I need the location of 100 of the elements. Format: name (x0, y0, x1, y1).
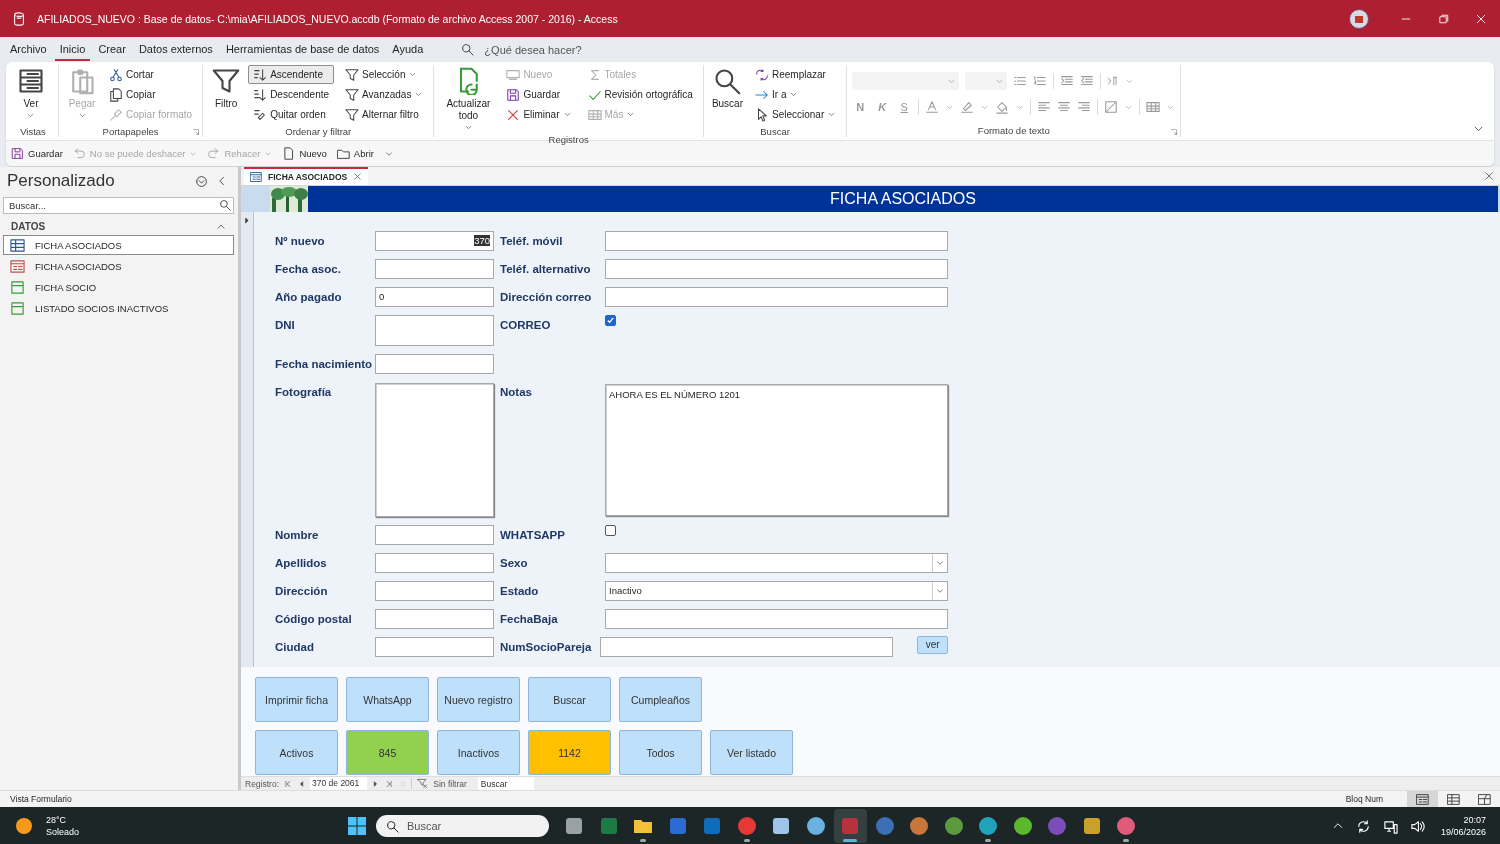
ribbon-button[interactable]: Reemplazar (750, 65, 842, 84)
ribbon-button[interactable]: Quitar orden (248, 105, 335, 124)
ribbon-button[interactable]: Avanzadas (340, 85, 429, 104)
text-field[interactable]: 0 (375, 286, 494, 307)
dropdown-field[interactable] (605, 552, 948, 573)
menu-tab[interactable]: Crear (93, 38, 131, 61)
text-field[interactable]: 370 (375, 230, 494, 251)
dropdown-icon[interactable] (195, 174, 208, 188)
menu-tab[interactable]: Herramientas de base de datos (220, 38, 385, 61)
ribbon-button[interactable]: Cortar (104, 65, 198, 84)
dropdown-field[interactable]: Inactivo (605, 580, 948, 601)
font-name-field[interactable] (852, 72, 960, 90)
launcher-icon[interactable] (192, 128, 201, 136)
first-record-icon[interactable] (284, 779, 292, 788)
text-field[interactable] (605, 258, 948, 279)
group-header[interactable]: DATOS (0, 217, 238, 235)
text-field[interactable] (605, 230, 948, 251)
record-selector[interactable] (241, 211, 254, 668)
numbered-list-icon[interactable] (1033, 74, 1048, 88)
align-left-icon[interactable] (1037, 100, 1052, 114)
ribbon-button[interactable]: Ascendente (248, 65, 335, 84)
text-field[interactable] (375, 580, 494, 601)
ribbon-button[interactable]: Eliminar (501, 105, 577, 124)
form-button[interactable]: 1142 (528, 730, 611, 776)
form-view-button[interactable] (1407, 791, 1438, 807)
last-record-icon[interactable] (385, 779, 394, 788)
form-button[interactable]: Todos (619, 730, 702, 776)
ribbon-button[interactable]: Guardar (501, 85, 577, 104)
table-icon[interactable] (1146, 100, 1161, 114)
search-field[interactable]: Buscar (477, 777, 534, 790)
nav-item[interactable]: FICHA ASOCIADOS (3, 235, 234, 255)
align-center-icon[interactable] (1057, 100, 1072, 114)
ribbon-button[interactable]: Copiar (104, 85, 198, 104)
text-field[interactable] (605, 286, 948, 307)
ribbon-button[interactable]: Actualizar todo (439, 65, 498, 134)
filter-status[interactable]: Sin filtrar (433, 778, 467, 789)
notes-field[interactable]: AHORA ES EL NÚMERO 1201 (605, 383, 948, 516)
ribbon-button[interactable]: Buscar (708, 65, 746, 112)
form-button[interactable]: Ver listado (710, 730, 793, 776)
tell-me-field[interactable]: ¿Qué desea hacer? (482, 42, 637, 57)
close-icon[interactable] (353, 172, 363, 182)
text-field[interactable] (375, 636, 494, 657)
form-button[interactable]: Buscar (528, 677, 611, 723)
text-field[interactable] (375, 552, 494, 573)
toolbar-button[interactable]: Abrir (336, 147, 374, 160)
menu-tab[interactable]: Ayuda (387, 38, 429, 61)
font-color-icon[interactable] (925, 100, 940, 114)
menu-tab[interactable]: Inicio (54, 38, 91, 61)
volume-icon[interactable] (1409, 818, 1425, 834)
text-field[interactable] (375, 258, 494, 279)
form-button[interactable]: Nuevo registro (437, 677, 520, 723)
sync-icon[interactable] (1355, 818, 1371, 834)
gridlines-icon[interactable] (1104, 100, 1119, 114)
taskbar-button[interactable] (834, 809, 867, 843)
close-icon[interactable] (1484, 171, 1494, 181)
network-icon[interactable] (1382, 818, 1398, 834)
record-position-field[interactable]: 370 de 2061 (310, 777, 368, 790)
start-icon[interactable] (347, 816, 367, 836)
ribbon-button[interactable]: Selección (340, 65, 429, 84)
text-field[interactable] (375, 314, 494, 346)
toolbar-button[interactable]: Nuevo (282, 147, 327, 160)
account-avatar[interactable] (1348, 8, 1369, 29)
toolbar-button[interactable]: Guardar (11, 147, 63, 160)
highlight-icon[interactable] (960, 100, 975, 114)
ribbon-button[interactable]: Ver (13, 65, 49, 122)
ribbon-button[interactable]: Filtro (208, 65, 245, 112)
checkbox[interactable] (605, 524, 616, 536)
view-button[interactable]: ver (917, 635, 948, 654)
search-field[interactable]: Buscar... (3, 197, 234, 214)
text-field[interactable] (605, 608, 948, 629)
text-field[interactable] (375, 524, 494, 545)
font-size-field[interactable] (965, 72, 1008, 90)
nav-item[interactable]: LISTADO SOCIOS INACTIVOS (3, 298, 234, 318)
clock-time[interactable]: 20:07 (1463, 814, 1486, 826)
bullet-list-icon[interactable] (1013, 74, 1028, 88)
sun-icon[interactable] (15, 817, 33, 835)
checkbox[interactable] (605, 314, 616, 326)
text-field[interactable] (375, 353, 494, 374)
outdent-icon[interactable] (1080, 74, 1095, 88)
menu-tab[interactable]: Datos externos (133, 38, 218, 61)
text-field[interactable] (600, 636, 894, 657)
ribbon-button[interactable]: Ir a (750, 85, 842, 104)
paragraph-icon[interactable] (1107, 75, 1120, 87)
fill-color-icon[interactable] (995, 100, 1010, 114)
document-tab[interactable]: FICHA ASOCIADOS (244, 167, 369, 185)
menu-tab[interactable]: Archivo (5, 38, 52, 61)
form-button[interactable]: 845 (346, 730, 429, 776)
launcher-icon[interactable] (1170, 128, 1179, 136)
text-field[interactable] (375, 608, 494, 629)
form-button[interactable]: Imprimir ficha (255, 677, 338, 723)
ribbon-button[interactable]: Descendente (248, 85, 335, 104)
nav-item[interactable]: FICHA ASOCIADOS (3, 256, 234, 276)
search-field[interactable]: Buscar (376, 815, 549, 837)
form-button[interactable]: Inactivos (437, 730, 520, 776)
photo-frame[interactable] (375, 382, 494, 517)
form-button[interactable]: Activos (255, 730, 338, 776)
previous-record-icon[interactable] (297, 779, 305, 788)
nav-item[interactable]: FICHA SOCIO (3, 277, 234, 297)
ribbon-button[interactable]: Alternar filtro (340, 105, 429, 124)
indent-icon[interactable] (1060, 74, 1075, 88)
